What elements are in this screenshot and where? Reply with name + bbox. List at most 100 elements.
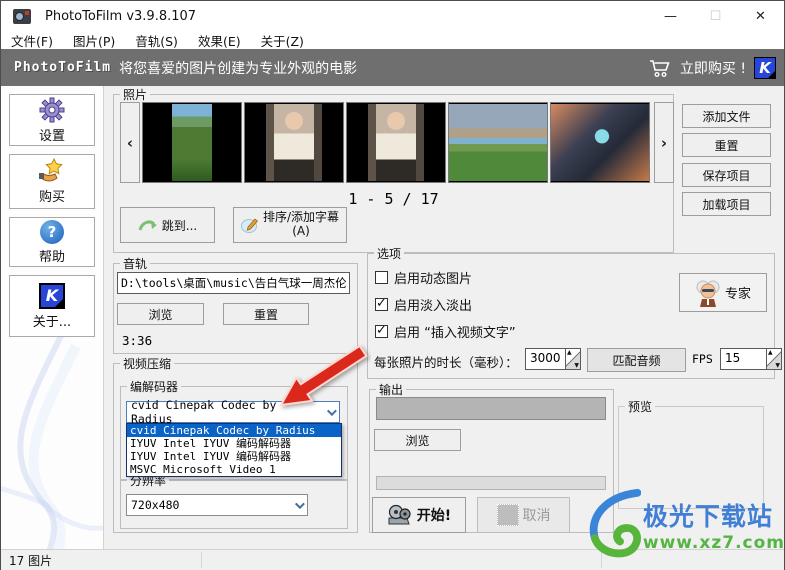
hand-star-icon	[39, 158, 63, 182]
jump-to-label: 跳到...	[161, 218, 198, 233]
maximize-button[interactable]: ☐	[693, 1, 738, 31]
menu-audio[interactable]: 音轨(S)	[125, 31, 188, 49]
checkbox-box[interactable]	[375, 323, 388, 338]
codec-option[interactable]: MSVC Microsoft Video 1	[127, 463, 341, 476]
preview-group: 预览	[618, 398, 764, 509]
photo-duration-spinner[interactable]: 3000	[525, 348, 581, 370]
insert-video-text-checkbox[interactable]: 启用 “插入视频文字”	[375, 322, 516, 341]
output-browse-button[interactable]: 浏览	[374, 429, 461, 451]
fade-checkbox[interactable]: 启用淡入淡出	[375, 295, 472, 314]
sidebar-item-label: 设置	[38, 128, 65, 144]
menu-effects[interactable]: 效果(E)	[188, 31, 251, 49]
close-button[interactable]: ✕	[738, 1, 783, 31]
chevron-down-icon[interactable]	[321, 402, 339, 422]
fps-value[interactable]: 15	[720, 348, 766, 370]
cancel-label: 取消	[522, 508, 551, 524]
codec-option[interactable]: cvid Cinepak Codec by Radius	[127, 424, 341, 437]
spinner-updown-icon[interactable]	[766, 348, 782, 370]
status-divider	[601, 552, 602, 568]
film-reel-icon	[388, 504, 411, 525]
buy-now-link[interactable]: 立即购买 !	[680, 58, 746, 78]
save-project-button[interactable]: 保存项目	[682, 163, 771, 187]
sidebar-item-buy[interactable]: 购买	[9, 154, 95, 209]
cancel-button[interactable]: 取消	[477, 497, 570, 533]
checkbox-label: 启用淡入淡出	[394, 299, 473, 314]
prev-photos-button[interactable]: ‹	[120, 102, 140, 183]
sidebar-item-settings[interactable]: 设置	[9, 94, 95, 146]
expert-button[interactable]: 专家	[679, 273, 767, 312]
chevron-down-icon[interactable]	[289, 495, 307, 515]
k-logo-icon: K	[754, 56, 776, 79]
audio-group-label: 音轨	[120, 255, 151, 272]
status-divider	[201, 552, 202, 568]
menu-file[interactable]: 文件(F)	[1, 31, 63, 49]
gear-icon	[39, 97, 65, 122]
codec-combobox[interactable]: cvid Cinepak Codec by Radius	[126, 398, 340, 426]
audio-browse-button[interactable]: 浏览	[117, 303, 204, 325]
menu-picture[interactable]: 图片(P)	[63, 31, 125, 49]
menu-bar: 文件(F) 图片(P) 音轨(S) 效果(E) 关于(Z)	[1, 31, 784, 49]
reset-photos-button[interactable]: 重置	[682, 133, 771, 157]
photo-thumbnail[interactable]	[346, 102, 446, 183]
title-bar: PhotoToFilm v3.9.8.107 — ☐ ✕	[1, 1, 784, 31]
expert-label: 专家	[724, 287, 751, 302]
start-button[interactable]: 开始!	[372, 497, 466, 533]
checkbox-box[interactable]	[375, 296, 388, 311]
banner-tagline: 将您喜爱的图片创建为专业外观的电影	[119, 60, 358, 77]
photo-duration-value[interactable]: 3000	[525, 348, 565, 370]
sidebar-item-help[interactable]: ? 帮助	[9, 217, 95, 267]
codec-group-label: 编解码器	[127, 378, 182, 395]
sort-captions-button[interactable]: 排序/添加字幕 (A)	[233, 207, 347, 243]
decorative-swirl	[1, 336, 103, 549]
start-label: 开始!	[416, 508, 452, 524]
sidebar: 设置 购买 ? 帮助 K 关于...	[1, 86, 104, 549]
spinner-updown-icon[interactable]	[565, 348, 581, 370]
load-project-button[interactable]: 加载项目	[682, 192, 771, 216]
dynamic-photos-checkbox[interactable]: 启用动态图片	[375, 268, 472, 287]
thumbnail-image	[368, 104, 424, 181]
match-audio-button[interactable]: 匹配音频	[587, 348, 686, 372]
options-group: 选项 启用动态图片 启用淡入淡出 启用 “插入视频文字” 每张照片的时长（毫秒）…	[367, 245, 782, 379]
photo-duration-label: 每张照片的时长（毫秒）：	[374, 355, 518, 370]
photos-group-label: 照片	[120, 86, 151, 103]
fps-label: FPS	[692, 352, 713, 366]
app-window: PhotoToFilm v3.9.8.107 — ☐ ✕ 文件(F) 图片(P)…	[0, 0, 785, 570]
next-photos-button[interactable]: ›	[654, 102, 674, 183]
thumbnail-image	[449, 104, 547, 181]
output-group-label: 输出	[376, 381, 407, 398]
status-photo-count: 17 图片	[9, 554, 53, 568]
cancel-icon	[496, 504, 519, 526]
codec-dropdown-list: cvid Cinepak Codec by Radius IYUV Intel …	[126, 423, 342, 477]
photos-group: 照片 ‹ › 1 - 5 / 17 跳到... 排序/添加字幕 (A)	[113, 86, 674, 253]
audio-reset-button[interactable]: 重置	[223, 303, 309, 325]
progress-bar	[376, 476, 606, 490]
menu-about[interactable]: 关于(Z)	[251, 31, 314, 49]
audio-group: 音轨 浏览 重置 3:36	[113, 255, 358, 354]
photo-thumbnail[interactable]	[142, 102, 242, 183]
app-icon	[13, 8, 31, 24]
sidebar-item-about[interactable]: K 关于...	[9, 275, 95, 337]
video-compression-group: 视频压缩 编解码器 cvid Cinepak Codec by Radius c…	[113, 355, 358, 533]
photo-thumbnail[interactable]	[448, 102, 548, 183]
codec-option[interactable]: IYUV Intel IYUV 编码解码器	[127, 450, 341, 463]
jump-to-button[interactable]: 跳到...	[120, 207, 215, 243]
photo-thumbnail[interactable]	[244, 102, 344, 183]
banner: PhotoToFilm 将您喜爱的图片创建为专业外观的电影 立即购买 ! K	[1, 49, 784, 86]
add-files-button[interactable]: 添加文件	[682, 104, 771, 128]
minimize-button[interactable]: —	[648, 1, 693, 31]
sort-captions-mnemonic: (A)	[292, 224, 310, 238]
status-bar: 17 图片	[1, 549, 784, 570]
window-title: PhotoToFilm v3.9.8.107	[45, 8, 197, 24]
output-path-field[interactable]	[376, 397, 606, 420]
resolution-combobox[interactable]: 720x480	[126, 494, 308, 516]
thumbnail-image	[172, 104, 212, 181]
thumbnail-image	[551, 104, 649, 181]
checkbox-box[interactable]	[375, 271, 388, 284]
codec-option[interactable]: IYUV Intel IYUV 编码解码器	[127, 437, 341, 450]
photo-thumbnail[interactable]	[550, 102, 650, 183]
audio-path-input[interactable]	[117, 272, 350, 294]
fps-spinner[interactable]: 15	[720, 348, 782, 370]
codec-selected-value: cvid Cinepak Codec by Radius	[131, 398, 277, 426]
resolution-selected-value: 720x480	[131, 498, 180, 512]
cart-icon	[649, 59, 670, 77]
